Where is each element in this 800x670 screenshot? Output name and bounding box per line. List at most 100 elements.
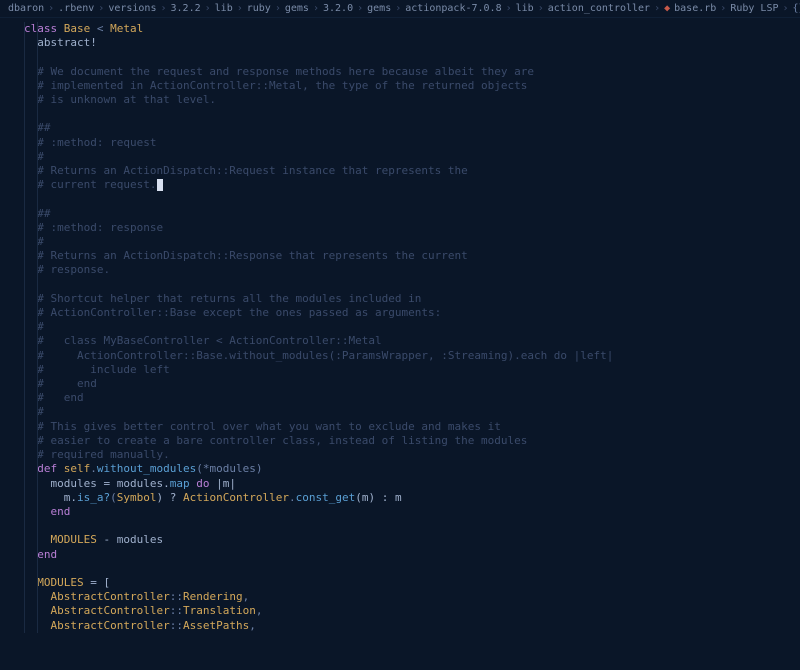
scope-op: :: — [170, 604, 183, 617]
scope-op: :: — [170, 590, 183, 603]
crumb-versions[interactable]: versions — [108, 3, 156, 14]
class-name: Metal — [110, 22, 143, 35]
comment: # easier to create a bare controller cla… — [37, 434, 527, 447]
class-name: Translation — [183, 604, 256, 617]
crumb-dbaron[interactable]: dbaron — [8, 3, 44, 14]
paren: ( — [110, 491, 117, 504]
text-cursor — [157, 179, 163, 191]
comma: , — [256, 604, 263, 617]
constant: MODULES — [51, 533, 97, 546]
comment: # include left — [37, 363, 169, 376]
comment: # ActionController::Base except the ones… — [37, 306, 441, 319]
class-name: Base — [64, 22, 91, 35]
comma: , — [243, 590, 250, 603]
class-name: Symbol — [117, 491, 157, 504]
comment: ## — [37, 207, 50, 220]
class-name: AssetPaths — [183, 619, 249, 632]
block-arg: |m| — [209, 477, 236, 490]
code-text: m. — [64, 491, 77, 504]
code-text: modules = modules. — [51, 477, 170, 490]
method-name: without_modules — [97, 462, 196, 475]
comment: # ActionController::Base.without_modules… — [37, 349, 613, 362]
comment: # implemented in ActionController::Metal… — [37, 79, 527, 92]
breadcrumb-sep: › — [313, 3, 319, 14]
breadcrumb-sep: › — [237, 3, 243, 14]
breadcrumb-sep: › — [720, 3, 726, 14]
comment: # is unknown at that level. — [37, 93, 216, 106]
breadcrumb: dbaron › .rbenv › versions › 3.2.2 › lib › ru… — [0, 0, 800, 18]
breadcrumb-sep: › — [160, 3, 166, 14]
class-name: AbstractController — [51, 619, 170, 632]
keyword: def — [37, 462, 57, 475]
comment: # end — [37, 391, 83, 404]
namespace-icon: {} — [793, 3, 800, 14]
code-text: (m) : m — [355, 491, 401, 504]
scope-op: :: — [170, 619, 183, 632]
breadcrumb-sep: › — [654, 3, 660, 14]
breadcrumb-sep: › — [98, 3, 104, 14]
comment: # — [37, 150, 44, 163]
dot: . — [90, 462, 97, 475]
keyword: end — [51, 505, 71, 518]
dot: . — [289, 491, 296, 504]
crumb-gems[interactable]: gems — [285, 3, 309, 14]
comment: # :method: response — [37, 221, 163, 234]
code-text: ) ? — [157, 491, 184, 504]
comment: # — [37, 235, 44, 248]
comment: # current request. — [37, 178, 156, 191]
class-name: AbstractController — [51, 590, 170, 603]
comment: # required manually. — [37, 448, 169, 461]
comment: # end — [37, 377, 97, 390]
crumb-320[interactable]: 3.2.0 — [323, 3, 353, 14]
code-editor[interactable]: class Base < Metal abstract! # We docume… — [0, 18, 800, 633]
breadcrumb-sep: › — [538, 3, 544, 14]
class-name: ActionController — [183, 491, 289, 504]
breadcrumb-sep: › — [205, 3, 211, 14]
crumb-baserb[interactable]: base.rb — [674, 3, 716, 14]
comment: # Returns an ActionDispatch::Response th… — [37, 249, 467, 262]
keyword: class — [24, 22, 57, 35]
crumb-lib2[interactable]: lib — [516, 3, 534, 14]
comment: # We document the request and response m… — [37, 65, 534, 78]
breadcrumb-sep: › — [357, 3, 363, 14]
breadcrumb-sep: › — [783, 3, 789, 14]
crumb-gems2[interactable]: gems — [367, 3, 391, 14]
comment: # response. — [37, 263, 110, 276]
comment: ## — [37, 121, 50, 134]
class-name: Rendering — [183, 590, 243, 603]
ruby-file-icon: ◆ — [664, 3, 670, 14]
crumb-322[interactable]: 3.2.2 — [171, 3, 201, 14]
method-call: map — [170, 477, 190, 490]
crumb-ruby[interactable]: ruby — [247, 3, 271, 14]
breadcrumb-sep: › — [506, 3, 512, 14]
crumb-lib[interactable]: lib — [215, 3, 233, 14]
comment: # — [37, 405, 44, 418]
comma: , — [249, 619, 256, 632]
code-content[interactable]: class Base < Metal abstract! # We docume… — [24, 22, 800, 633]
params: (*modules) — [196, 462, 262, 475]
crumb-actioncontroller[interactable]: action_controller — [548, 3, 650, 14]
self: self — [64, 462, 91, 475]
breadcrumb-sep: › — [48, 3, 54, 14]
comment: # This gives better control over what yo… — [37, 420, 501, 433]
crumb-rbenv[interactable]: .rbenv — [58, 3, 94, 14]
comment: # Returns an ActionDispatch::Request ins… — [37, 164, 467, 177]
comment: # class MyBaseController < ActionControl… — [37, 334, 381, 347]
breadcrumb-sep: › — [395, 3, 401, 14]
crumb-rubylsp[interactable]: Ruby LSP — [730, 3, 778, 14]
code-text: = [ — [84, 576, 111, 589]
comment: # — [37, 320, 44, 333]
keyword: do — [196, 477, 209, 490]
code-text: - modules — [97, 533, 163, 546]
operator: < — [97, 22, 104, 35]
method-call: const_get — [296, 491, 356, 504]
crumb-actionpack[interactable]: actionpack-7.0.8 — [405, 3, 501, 14]
method-call: is_a? — [77, 491, 110, 504]
method-call: abstract! — [37, 36, 97, 49]
comment: # :method: request — [37, 136, 156, 149]
comment: # Shortcut helper that returns all the m… — [37, 292, 421, 305]
class-name: AbstractController — [51, 604, 170, 617]
breadcrumb-sep: › — [275, 3, 281, 14]
constant: MODULES — [37, 576, 83, 589]
keyword: end — [37, 548, 57, 561]
